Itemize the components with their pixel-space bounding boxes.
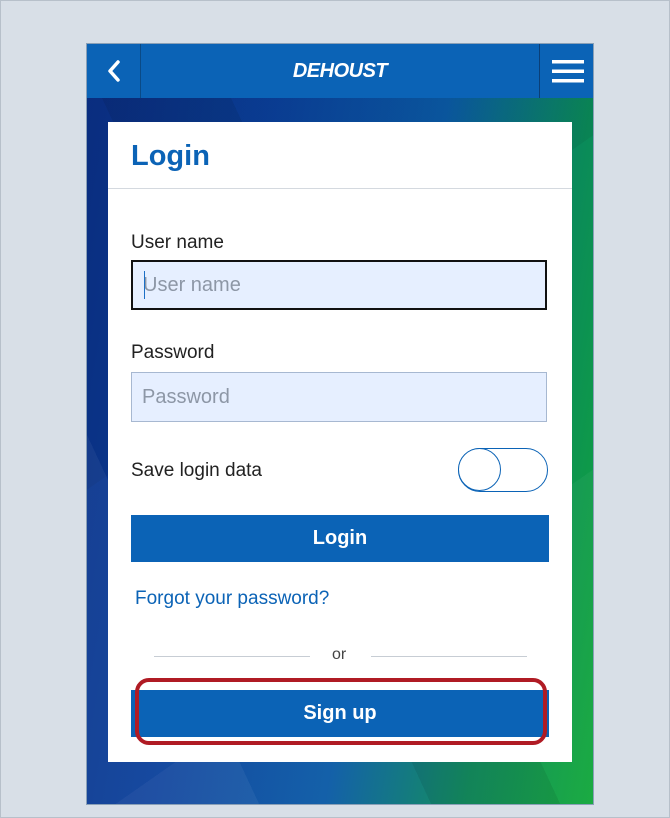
text-cursor — [144, 271, 145, 299]
or-divider-right — [371, 656, 527, 657]
app-title: DEHOUST — [292, 59, 388, 82]
forgot-password-link[interactable]: Forgot your password? — [135, 588, 329, 610]
page-title: Login — [131, 140, 210, 172]
login-button[interactable]: Login — [131, 515, 549, 562]
save-login-label: Save login data — [131, 460, 262, 481]
login-card: Login User name Password Save login data… — [108, 122, 572, 762]
app-bar: DEHOUST — [87, 44, 593, 98]
title-divider — [108, 188, 572, 189]
username-input[interactable] — [131, 260, 547, 310]
or-divider-left — [154, 656, 310, 657]
username-label: User name — [131, 232, 224, 253]
chevron-left-icon — [107, 60, 120, 82]
menu-button[interactable] — [539, 44, 593, 98]
password-label: Password — [131, 342, 215, 363]
save-login-toggle[interactable] — [458, 448, 548, 492]
or-separator-text: or — [332, 646, 347, 663]
back-button[interactable] — [87, 44, 141, 98]
password-input[interactable] — [131, 372, 547, 422]
hamburger-menu-icon — [551, 60, 584, 83]
signup-highlight-box — [135, 678, 547, 745]
toggle-knob — [458, 448, 501, 491]
